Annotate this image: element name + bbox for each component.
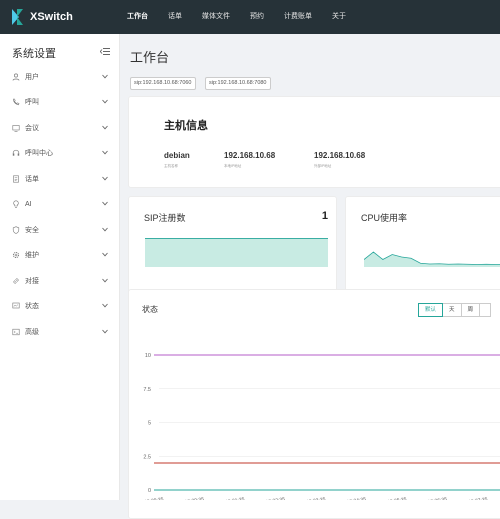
shield-icon	[12, 226, 20, 234]
sidebar-item-label: 高级	[25, 329, 39, 336]
y-tick-label: 0	[148, 488, 151, 494]
range-default-button[interactable]: 默认	[418, 303, 444, 317]
y-tick-label: 2.5	[143, 454, 151, 460]
host-info-title: 主机信息	[164, 120, 208, 132]
nav-item-billing[interactable]: 计费账单	[284, 0, 312, 34]
sidebar-item-security[interactable]: 安全	[0, 221, 120, 241]
range-day-button[interactable]: 天	[442, 303, 462, 317]
sip-address-tag[interactable]: sip:192.168.10.68:7080	[205, 77, 271, 90]
sidebar-item-label: 呼叫	[25, 99, 39, 106]
sidebar: 系统设置 用户 呼叫 会议 呼叫中心 话单 AI 安全 维护 对接 状态 高级	[0, 34, 120, 500]
chevron-down-icon	[102, 329, 108, 334]
sidebar-item-integration[interactable]: 对接	[0, 272, 120, 292]
x-tick-label: 18:37:35	[468, 497, 488, 500]
range-week-button[interactable]: 周	[460, 303, 481, 317]
gear-icon	[12, 251, 20, 259]
collapse-menu-icon[interactable]	[100, 47, 110, 56]
sidebar-item-call-center[interactable]: 呼叫中心	[0, 144, 120, 164]
sip-registrations-chart	[145, 238, 328, 267]
local-ip-value: 192.168.10.68	[224, 151, 276, 160]
sip-registrations-title: SIP注册数	[144, 213, 186, 223]
status-line-chart: 0 2.5 5 7.5 10 18:29:35 18:30:35 18:31:35 18:32:…	[143, 353, 500, 500]
time-range-selector: 默认 天 周	[418, 303, 492, 317]
chevron-down-icon	[102, 252, 108, 257]
sidebar-item-label: 话单	[25, 176, 39, 183]
sidebar-item-cdr[interactable]: 话单	[0, 170, 120, 190]
chevron-down-icon	[102, 99, 108, 104]
sidebar-item-label: 状态	[25, 303, 39, 310]
x-tick-label: 18:30:35	[184, 497, 204, 500]
sip-address-tag[interactable]: sip:192.168.10.68:7060	[130, 77, 196, 90]
sip-registrations-value: 1	[321, 210, 328, 222]
y-tick-label: 5	[148, 421, 151, 427]
main-content: 工作台 sip:192.168.10.68:7060 sip:192.168.1…	[120, 34, 500, 519]
user-icon	[12, 73, 20, 81]
sidebar-item-maintenance[interactable]: 维护	[0, 246, 120, 266]
top-bar: XSwitch 工作台 话单 媒体文件 预约 计费账单 关于	[0, 0, 500, 34]
nav-item-media-files[interactable]: 媒体文件	[202, 0, 230, 34]
sidebar-item-label: 安全	[25, 227, 39, 234]
sidebar-item-label: AI	[25, 201, 32, 208]
sidebar-item-label: 用户	[25, 74, 39, 81]
headset-icon	[12, 149, 20, 156]
nav-item-dashboard[interactable]: 工作台	[127, 0, 148, 34]
x-tick-label: 18:35:35	[387, 497, 407, 500]
chevron-down-icon	[102, 125, 108, 130]
host-info-card: 主机信息 debian 主机名称 192.168.10.68 本地IP地址 19…	[128, 96, 500, 188]
sidebar-title: 系统设置	[12, 48, 56, 60]
x-tick-label: 18:33:35	[306, 497, 326, 500]
sidebar-header: 系统设置	[12, 44, 112, 62]
x-tick-label: 18:31:35	[225, 497, 245, 500]
nav-item-cdr[interactable]: 话单	[168, 0, 182, 34]
status-chart-title: 状态	[142, 305, 158, 314]
sidebar-item-ai[interactable]: AI	[0, 195, 120, 215]
chevron-down-icon	[102, 201, 108, 206]
advanced-icon	[12, 328, 20, 336]
link-icon	[13, 278, 19, 284]
sidebar-item-advanced[interactable]: 高级	[0, 323, 120, 343]
nav-item-booking[interactable]: 预约	[250, 0, 264, 34]
chevron-down-icon	[102, 278, 108, 283]
hostname-value: debian	[164, 151, 190, 160]
record-icon	[13, 175, 19, 183]
local-ip-label: 本地IP地址	[224, 164, 242, 168]
chevron-down-icon	[102, 303, 108, 308]
page-title: 工作台	[130, 50, 170, 65]
sidebar-item-call[interactable]: 呼叫	[0, 93, 120, 113]
y-tick-label: 7.5	[143, 387, 151, 393]
chevron-down-icon	[102, 74, 108, 79]
sidebar-item-label: 呼叫中心	[25, 150, 53, 157]
x-tick-label: 18:34:35	[346, 497, 366, 500]
bulb-icon	[13, 200, 19, 208]
nav-item-about[interactable]: 关于	[332, 0, 346, 34]
chevron-down-icon	[102, 227, 108, 232]
x-tick-label: 18:36:35	[427, 497, 447, 500]
cpu-usage-title: CPU使用率	[361, 213, 408, 223]
sidebar-item-status[interactable]: 状态	[0, 297, 120, 317]
external-ip-value: 192.168.10.68	[314, 151, 366, 160]
chevron-down-icon	[102, 150, 108, 155]
sidebar-item-label: 维护	[25, 252, 39, 259]
sidebar-item-label: 会议	[25, 125, 39, 132]
range-month-button[interactable]	[479, 303, 492, 317]
status-chart-card: 状态 默认 天 周 0 2.5 5 7.5 10 18:29:35 18:30:35 18:3…	[128, 289, 500, 519]
chevron-down-icon	[102, 176, 108, 181]
hostname-label: 主机名称	[164, 164, 178, 168]
brand[interactable]: XSwitch	[10, 7, 73, 27]
y-tick-label: 10	[145, 353, 151, 359]
x-tick-label: 18:32:35	[265, 497, 285, 500]
sidebar-item-user[interactable]: 用户	[0, 68, 120, 88]
top-nav: 工作台 话单 媒体文件 预约 计费账单 关于	[120, 0, 346, 34]
sidebar-item-meeting[interactable]: 会议	[0, 119, 120, 139]
meeting-icon	[12, 125, 20, 132]
x-tick-label: 18:29:35	[144, 497, 164, 500]
phone-icon	[13, 98, 20, 106]
xswitch-logo-icon	[12, 9, 23, 25]
monitor-icon	[12, 302, 20, 309]
brand-name: XSwitch	[30, 11, 73, 23]
sidebar-item-label: 对接	[25, 278, 39, 285]
cpu-usage-chart	[364, 251, 500, 267]
external-ip-label: 外部IP地址	[314, 164, 332, 168]
sip-series-area	[145, 238, 328, 267]
